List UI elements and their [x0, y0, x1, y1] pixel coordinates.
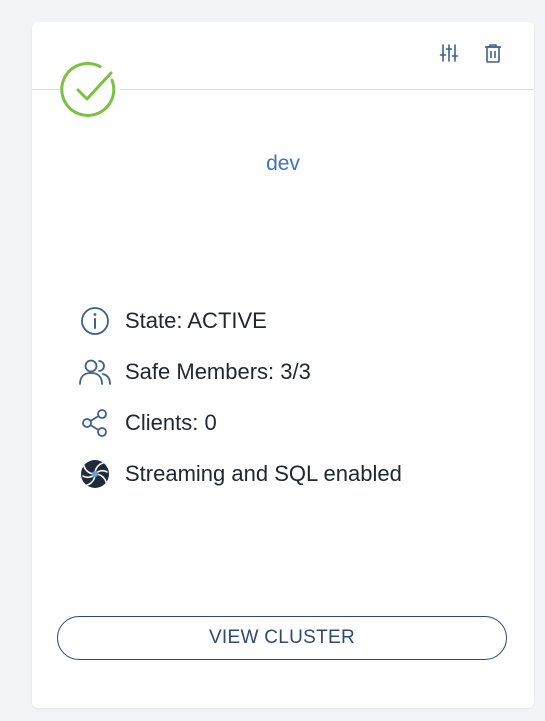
cluster-card: dev State: ACTIVE Safe Members: 3/3 Clie…: [32, 22, 534, 708]
info-item-state: State: ACTIVE: [78, 295, 402, 346]
trash-icon[interactable]: [482, 42, 504, 64]
streaming-sql-icon: [78, 457, 112, 491]
info-item-streaming: Streaming and SQL enabled: [78, 448, 402, 499]
info-item-label: State: ACTIVE: [125, 307, 267, 333]
info-item-clients: Clients: 0: [78, 397, 402, 448]
sliders-icon[interactable]: [438, 42, 460, 64]
users-icon: [78, 355, 112, 389]
card-toolbar: [438, 42, 504, 64]
cluster-name: dev: [266, 152, 300, 175]
info-item-label: Safe Members: 3/3: [125, 358, 311, 384]
share-icon: [78, 406, 112, 440]
view-cluster-button[interactable]: VIEW CLUSTER: [57, 616, 507, 660]
info-item-label: Clients: 0: [125, 409, 217, 435]
info-item-label: Streaming and SQL enabled: [125, 460, 402, 486]
check-circle-icon: [60, 60, 120, 120]
cluster-info-list: State: ACTIVE Safe Members: 3/3 Clients:…: [78, 295, 402, 499]
info-circle-icon: [78, 304, 112, 338]
info-item-members: Safe Members: 3/3: [78, 346, 402, 397]
